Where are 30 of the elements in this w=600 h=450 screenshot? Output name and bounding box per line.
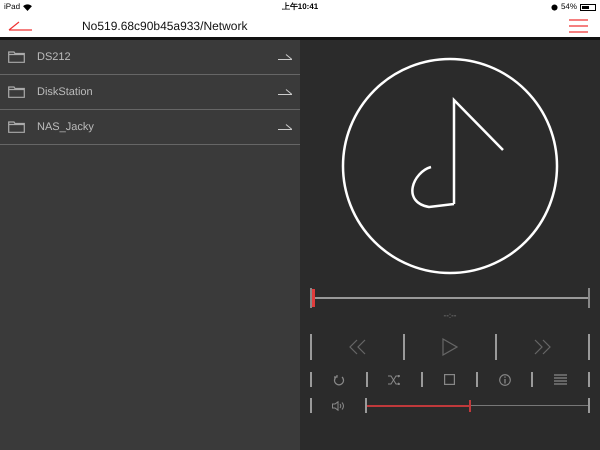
repeat-icon[interactable] <box>332 374 345 386</box>
list-icon[interactable] <box>554 374 568 385</box>
info-icon[interactable] <box>498 374 511 386</box>
play-icon[interactable] <box>442 338 458 356</box>
alarm-icon <box>550 4 558 10</box>
folder-row[interactable]: DiskStation <box>0 75 300 110</box>
stop-icon[interactable] <box>444 374 455 385</box>
fast-forward-icon[interactable] <box>533 339 552 355</box>
device-name: iPad <box>4 1 20 13</box>
back-icon[interactable] <box>8 20 32 30</box>
volume-track[interactable] <box>367 400 588 412</box>
folder-icon <box>8 121 25 133</box>
folder-icon <box>8 51 25 63</box>
time-label: --:-- <box>444 310 456 322</box>
folder-row[interactable]: NAS_Jacky <box>0 110 300 145</box>
folder-name: NAS_Jacky <box>37 120 94 135</box>
clock: 上午10:41 <box>282 1 318 13</box>
battery-icon <box>580 4 596 10</box>
folder-row[interactable]: DS212 <box>0 40 300 75</box>
path-title: No519.68c90b45a933/Network <box>82 18 248 34</box>
shuffle-icon[interactable] <box>388 374 400 384</box>
volume-icon[interactable] <box>332 400 345 410</box>
menu-icon[interactable] <box>569 18 588 32</box>
rewind-icon[interactable] <box>348 339 367 355</box>
battery-percent: 54% <box>560 1 577 13</box>
progress-track[interactable] <box>312 289 588 307</box>
folder-name: DiskStation <box>37 84 93 100</box>
folder-name: DS212 <box>37 50 71 65</box>
folder-icon <box>8 86 25 98</box>
wifi-icon <box>23 4 32 10</box>
